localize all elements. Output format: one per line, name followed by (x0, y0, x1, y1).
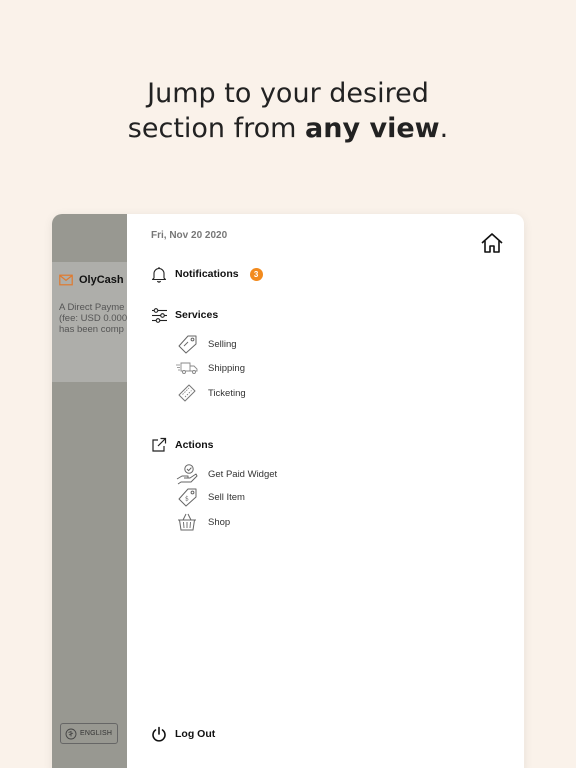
menu-item-selling[interactable]: Selling (175, 333, 237, 355)
menu-date: Fri, Nov 20 2020 (151, 230, 228, 241)
headline-line-2: section from any view. (0, 111, 576, 146)
language-button[interactable]: ENGLISH (60, 723, 118, 744)
headline-emphasis: any view (305, 113, 440, 144)
menu-item-shop[interactable]: Shop (175, 511, 230, 533)
notification-card: OlyCash A Direct Payme (fee: USD 0.000 h… (52, 262, 127, 382)
menu-item-logout[interactable]: Log Out (150, 725, 215, 743)
selling-label: Selling (208, 338, 237, 350)
language-label: ENGLISH (80, 730, 113, 737)
notifications-label: Notifications (175, 268, 239, 280)
menu-item-shipping[interactable]: Shipping (175, 357, 245, 379)
tag-icon (175, 333, 199, 355)
bell-icon (150, 265, 168, 283)
delivery-truck-icon (175, 357, 199, 379)
home-icon[interactable] (480, 232, 504, 254)
headline-prefix: section from (127, 113, 306, 144)
headline: Jump to your desired section from any vi… (0, 76, 576, 146)
svg-text:$: $ (185, 496, 189, 503)
ticketing-label: Ticketing (208, 387, 246, 399)
notification-app-name: OlyCash (79, 274, 124, 286)
services-label: Services (175, 309, 219, 321)
side-menu-panel: Fri, Nov 20 2020 Notifications 3 Service… (127, 214, 524, 768)
external-link-icon (150, 436, 168, 454)
language-icon (65, 728, 77, 739)
sliders-icon (150, 306, 168, 324)
notification-line: (fee: USD 0.000 (59, 313, 127, 324)
shop-label: Shop (208, 516, 231, 528)
notifications-count-badge: 3 (249, 267, 263, 281)
sell-item-label: Sell Item (208, 491, 245, 503)
headline-line-1: Jump to your desired (147, 78, 429, 109)
notification-line: A Direct Payme (59, 302, 125, 313)
device-frame: OlyCash A Direct Payme (fee: USD 0.000 h… (52, 214, 524, 768)
power-icon (150, 725, 168, 743)
basket-icon (175, 511, 199, 533)
get-paid-widget-label: Get Paid Widget (208, 468, 278, 480)
logout-label: Log Out (175, 728, 216, 740)
notification-line: has been comp (59, 324, 124, 335)
menu-item-get-paid-widget[interactable]: Get Paid Widget (175, 463, 277, 485)
headline-suffix: . (439, 113, 449, 144)
shipping-label: Shipping (208, 362, 245, 374)
menu-item-notifications[interactable]: Notifications 3 (150, 265, 263, 283)
menu-item-ticketing[interactable]: Ticketing (175, 382, 246, 404)
hand-check-icon (175, 463, 199, 485)
ticket-icon (175, 382, 199, 404)
menu-section-services[interactable]: Services (150, 306, 218, 324)
notification-body: A Direct Payme (fee: USD 0.000 has been … (59, 302, 127, 335)
actions-label: Actions (175, 439, 214, 451)
app-backdrop-overlay[interactable]: OlyCash A Direct Payme (fee: USD 0.000 h… (52, 214, 127, 768)
menu-section-actions[interactable]: Actions (150, 436, 214, 454)
price-tag-icon: $ (175, 486, 199, 508)
mail-icon (59, 274, 73, 286)
menu-item-sell-item[interactable]: $ Sell Item (175, 486, 245, 508)
